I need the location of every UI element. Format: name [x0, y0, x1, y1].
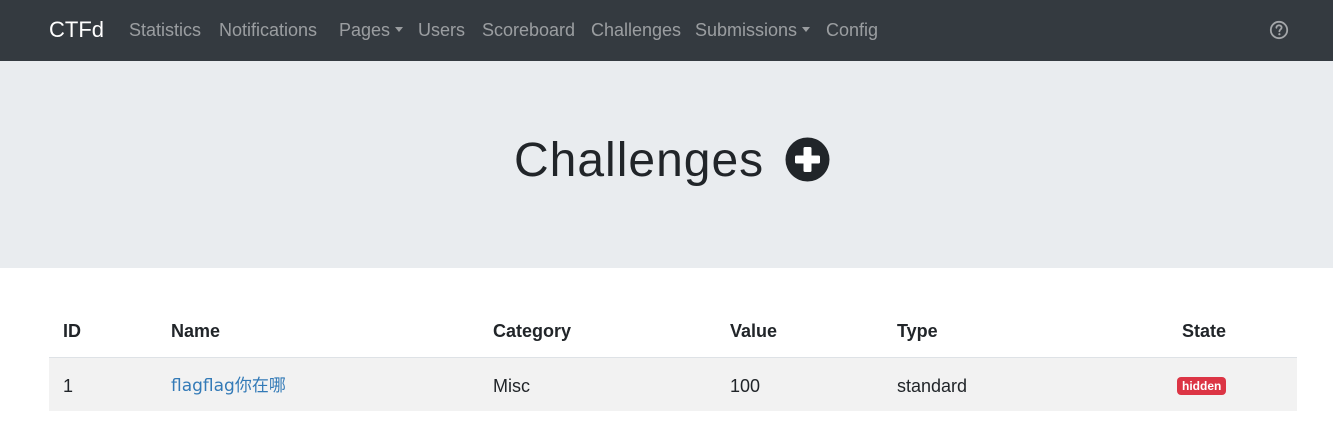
plus-circle-icon[interactable] — [785, 137, 830, 182]
nav-item-users[interactable]: Users — [418, 18, 465, 42]
nav-item-notifications[interactable]: Notifications — [219, 18, 317, 42]
column-header-state[interactable]: State — [1182, 320, 1226, 342]
nav-item-submissions-label: Submissions — [695, 20, 798, 40]
nav-item-config[interactable]: Config — [826, 18, 878, 42]
nav-item-submissions[interactable]: Submissions — [695, 18, 811, 42]
brand-logo[interactable]: CTFd — [49, 16, 104, 44]
column-header-id[interactable]: ID — [63, 320, 81, 342]
cell-type: standard — [897, 376, 968, 396]
nav-item-pages[interactable]: Pages — [339, 18, 404, 42]
nav-item-pages-label: Pages — [339, 20, 391, 40]
table-row[interactable]: 1 flagflag你在哪 Misc 100 standard hidden — [49, 358, 1297, 411]
cell-category: Misc — [493, 376, 530, 396]
page-title: Challenges — [514, 134, 765, 187]
column-header-value[interactable]: Value — [730, 320, 777, 342]
nav-item-challenges[interactable]: Challenges — [591, 18, 681, 42]
caret-down-icon — [802, 27, 811, 32]
column-header-type[interactable]: Type — [897, 320, 938, 342]
nav-item-statistics[interactable]: Statistics — [129, 18, 201, 42]
caret-down-icon — [395, 27, 404, 32]
challenge-name-link[interactable]: flagflag你在哪 — [171, 375, 286, 397]
question-circle-icon[interactable] — [1269, 20, 1289, 40]
state-badge-hidden: hidden — [1177, 377, 1227, 395]
cell-value: 100 — [730, 376, 761, 396]
column-header-category[interactable]: Category — [493, 320, 571, 342]
page-header: Challenges — [0, 61, 1333, 268]
top-navbar: CTFd Statistics Notifications Pages User… — [0, 0, 1333, 61]
column-header-name[interactable]: Name — [171, 320, 220, 342]
cell-id: 1 — [63, 376, 74, 396]
nav-item-scoreboard[interactable]: Scoreboard — [482, 18, 575, 42]
